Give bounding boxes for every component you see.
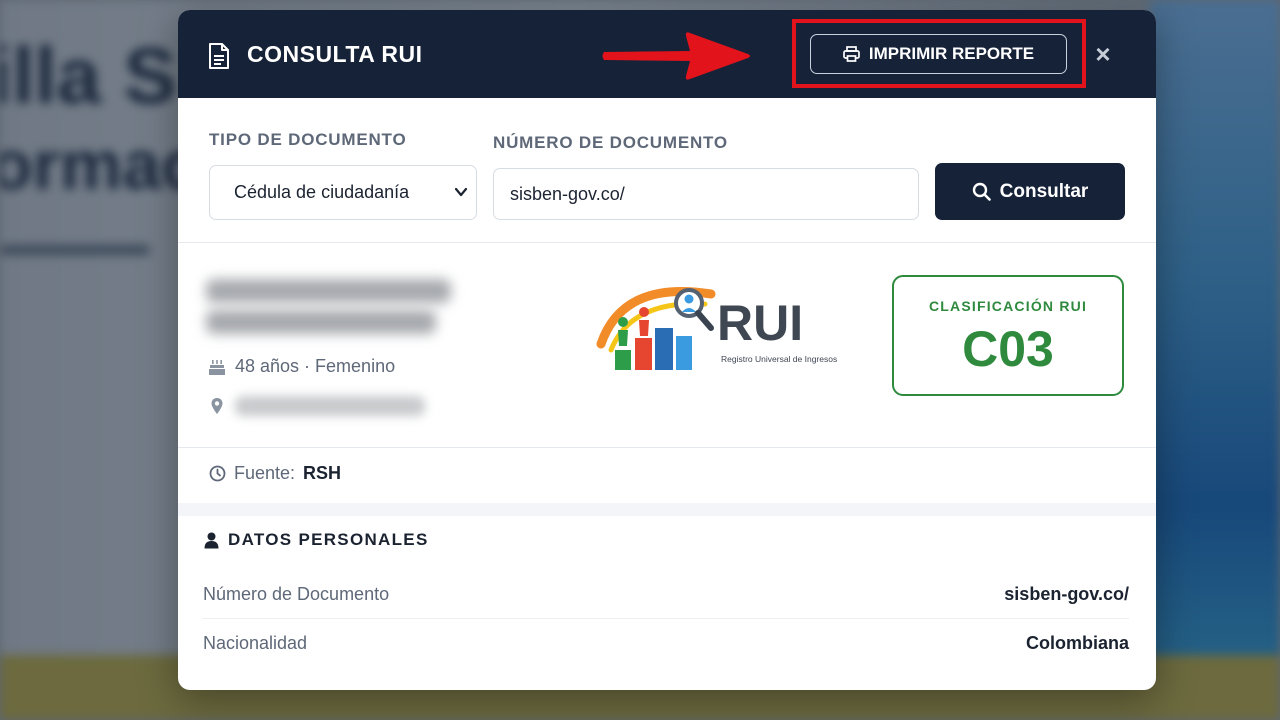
age-gender-text: 48 años · Femenino bbox=[235, 356, 396, 376]
map-marker-icon bbox=[211, 398, 223, 414]
row-key: Nacionalidad bbox=[203, 633, 308, 653]
section-separator bbox=[178, 503, 1156, 516]
search-icon bbox=[972, 182, 991, 201]
classification-value: C03 bbox=[962, 321, 1054, 377]
rui-logo-subtitle: Registro Universal de Ingresos bbox=[721, 354, 837, 364]
row-value: Colombiana bbox=[1025, 633, 1129, 653]
personal-data-title-text: DATOS PERSONALES bbox=[228, 530, 429, 549]
consult-label: Consultar bbox=[999, 180, 1089, 202]
row-key: Número de Documento bbox=[203, 584, 390, 604]
divider bbox=[178, 447, 1156, 448]
doc-type-label: TIPO DE DOCUMENTO bbox=[209, 130, 407, 149]
row-divider bbox=[203, 618, 1129, 619]
source-value: RSH bbox=[303, 463, 342, 483]
location-row bbox=[208, 396, 425, 416]
doc-type-select[interactable]: Cédula de ciudadanía bbox=[209, 165, 477, 220]
divider bbox=[178, 242, 1156, 243]
close-icon[interactable]: × bbox=[1091, 40, 1115, 68]
doc-type-value: Cédula de ciudadanía bbox=[234, 182, 410, 202]
background-banner bbox=[1150, 0, 1280, 720]
red-arrow-annotation bbox=[602, 32, 750, 80]
redacted-name-line-2 bbox=[206, 310, 436, 334]
rui-logo: RUI Registro Universal de Ingresos bbox=[596, 287, 837, 370]
redacted-location bbox=[235, 396, 425, 416]
personal-row-document: Número de Documento sisben-gov.co/ bbox=[203, 584, 1129, 605]
chevron-down-icon bbox=[454, 187, 468, 197]
clock-icon bbox=[209, 465, 226, 482]
classification-label: CLASIFICACIÓN RUI bbox=[928, 298, 1088, 314]
personal-data-title: DATOS PERSONALES bbox=[204, 530, 429, 550]
background-heading: illa S bbox=[0, 31, 177, 120]
row-value: sisben-gov.co/ bbox=[1004, 584, 1129, 604]
doc-number-value: sisben-gov.co/ bbox=[510, 183, 625, 204]
document-icon bbox=[209, 43, 229, 69]
consulta-rui-modal: CONSULTA RUI IMPRIMIR REPORTE × TIPO DE … bbox=[178, 10, 1156, 690]
doc-number-input[interactable]: sisben-gov.co/ bbox=[493, 168, 919, 220]
background-text bbox=[0, 245, 150, 255]
rui-logo-text: RUI bbox=[717, 295, 803, 351]
print-report-label: IMPRIMIR REPORTE bbox=[868, 44, 1035, 63]
modal-title: CONSULTA RUI bbox=[247, 41, 423, 67]
source-row: Fuente: RSH bbox=[209, 463, 341, 484]
personal-row-nationality: Nacionalidad Colombiana bbox=[203, 633, 1129, 654]
consult-button[interactable]: Consultar bbox=[935, 163, 1125, 220]
redacted-name-line-1 bbox=[206, 279, 451, 303]
background-heading-2: ormac bbox=[0, 126, 201, 204]
modal-header: CONSULTA RUI IMPRIMIR REPORTE × bbox=[178, 10, 1156, 98]
age-gender-row: 48 años · Femenino bbox=[208, 356, 395, 377]
doc-number-label: NÚMERO DE DOCUMENTO bbox=[493, 133, 728, 152]
printer-icon bbox=[842, 46, 860, 62]
print-report-button[interactable]: IMPRIMIR REPORTE bbox=[810, 34, 1067, 74]
source-label: Fuente: bbox=[234, 463, 296, 483]
cake-icon bbox=[209, 359, 225, 375]
user-icon bbox=[204, 532, 219, 548]
classification-card: CLASIFICACIÓN RUI C03 bbox=[892, 275, 1124, 396]
